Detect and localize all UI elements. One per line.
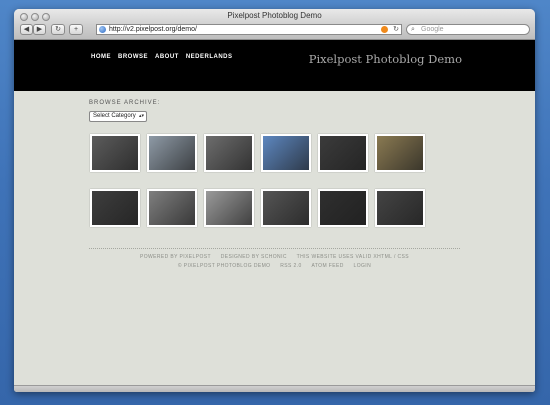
nav-nederlands[interactable]: NEDERLANDS [186, 54, 233, 60]
footer-rss-link[interactable]: RSS 2.0 [280, 263, 301, 269]
thumbnail-image [149, 191, 195, 225]
browser-toolbar: Pixelpost Photoblog Demo ◀ ▶ ↻ + http://… [14, 9, 535, 40]
search-placeholder: Google [421, 26, 444, 33]
back-button[interactable]: ◀ [20, 24, 33, 35]
nav-browse[interactable]: BROWSE [118, 54, 148, 60]
thumbnail-image [320, 191, 366, 225]
add-bookmark-button[interactable]: + [69, 24, 83, 35]
site-header: HOME BROWSE ABOUT NEDERLANDS Pixelpost P… [14, 40, 535, 91]
thumb-5[interactable] [318, 134, 368, 172]
thumb-6[interactable] [375, 134, 425, 172]
thumb-1[interactable] [90, 134, 140, 172]
rss-icon[interactable] [381, 26, 388, 33]
url-text[interactable]: http://v2.pixelpost.org/demo/ [109, 25, 197, 34]
thumb-7[interactable] [90, 189, 140, 227]
thumbnail-image [92, 191, 138, 225]
thumbnail-image [149, 136, 195, 170]
browser-window: Pixelpost Photoblog Demo ◀ ▶ ↻ + http://… [14, 9, 535, 392]
thumbnail-image [206, 136, 252, 170]
footer-divider [89, 248, 460, 249]
footer-valid-xhtml[interactable]: THIS WEBSITE USES VALID XHTML / CSS [297, 254, 409, 260]
window-title: Pixelpost Photoblog Demo [227, 11, 322, 20]
thumbnail-image [320, 136, 366, 170]
thumbnail-image [377, 191, 423, 225]
footer-copyright: © PIXELPOST PHOTOBLOG DEMO [177, 263, 271, 269]
select-arrows-icon: ▴▾ [138, 113, 144, 119]
nav-home[interactable]: HOME [91, 54, 111, 60]
reload-button[interactable]: ↻ [51, 24, 65, 35]
main-content: BROWSE ARCHIVE: Select Category ▴▾ POWER… [14, 91, 535, 392]
footer-login-link[interactable]: LOGIN [354, 263, 372, 269]
search-icon: ⌕ [411, 26, 415, 33]
thumbnail-image [92, 136, 138, 170]
main-nav: HOME BROWSE ABOUT NEDERLANDS [91, 54, 233, 60]
footer-links: © PIXELPOST PHOTOBLOG DEMO RSS 2.0 ATOM … [14, 263, 535, 269]
site-title[interactable]: Pixelpost Photoblog Demo [309, 52, 462, 66]
browse-archive-label: BROWSE ARCHIVE: [89, 100, 161, 106]
thumbnail-image [377, 136, 423, 170]
category-select-value: Select Category [93, 113, 136, 119]
search-input[interactable]: ⌕ Google [406, 24, 530, 35]
thumb-3[interactable] [204, 134, 254, 172]
footer-powered-by[interactable]: POWERED BY PIXELPOST [140, 254, 211, 260]
footer-designed-by[interactable]: DESIGNED BY SCHONIC [221, 254, 287, 260]
nav-about[interactable]: ABOUT [155, 54, 179, 60]
status-bar [14, 385, 535, 392]
refresh-icon[interactable]: ↻ [393, 25, 399, 34]
thumbnail-image [263, 136, 309, 170]
forward-button[interactable]: ▶ [33, 24, 46, 35]
thumb-8[interactable] [147, 189, 197, 227]
globe-icon [99, 26, 106, 33]
address-bar[interactable]: http://v2.pixelpost.org/demo/ ↻ [96, 24, 402, 35]
category-select[interactable]: Select Category ▴▾ [89, 111, 147, 122]
footer-atom-link[interactable]: ATOM FEED [311, 263, 343, 269]
thumb-11[interactable] [318, 189, 368, 227]
thumbnail-image [263, 191, 309, 225]
footer-credits: POWERED BY PIXELPOST DESIGNED BY SCHONIC… [14, 254, 535, 260]
thumbnail-image [206, 191, 252, 225]
thumb-2[interactable] [147, 134, 197, 172]
thumb-4[interactable] [261, 134, 311, 172]
thumb-10[interactable] [261, 189, 311, 227]
thumb-9[interactable] [204, 189, 254, 227]
thumb-12[interactable] [375, 189, 425, 227]
